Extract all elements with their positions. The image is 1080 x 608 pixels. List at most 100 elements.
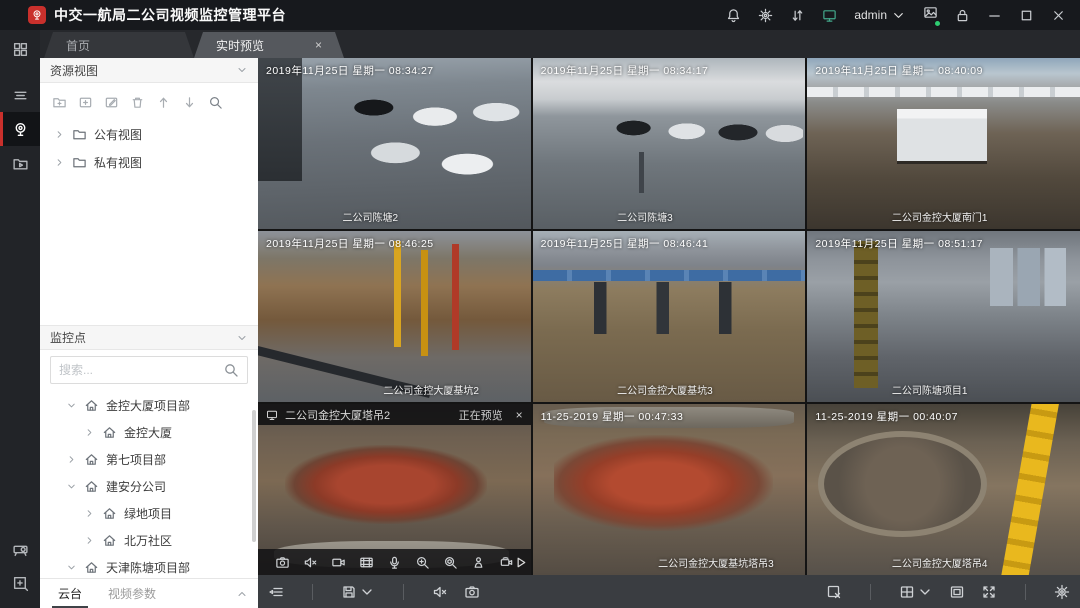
add-folder-icon[interactable] xyxy=(52,95,67,110)
image-icon xyxy=(923,5,938,20)
single-screen-icon[interactable] xyxy=(949,584,965,600)
snapshot-status-button[interactable] xyxy=(923,5,938,25)
video-cell-1[interactable]: 2019年11月25日 星期一 08:34:27 二公司陈塘2 xyxy=(258,58,531,229)
search-icon[interactable] xyxy=(223,362,239,378)
edit-icon[interactable] xyxy=(104,95,119,110)
settings-gear-icon[interactable] xyxy=(758,8,773,23)
video-cell-9[interactable]: 11-25-2019 星期一 00:40:07 二公司金控大厦塔吊4 xyxy=(807,404,1080,575)
zoom-3d-icon[interactable] xyxy=(443,555,458,570)
bottom-toolbar xyxy=(258,575,1080,608)
tab-home[interactable]: 首页 xyxy=(44,32,194,58)
tab-video-params[interactable]: 视频参数 xyxy=(108,579,156,608)
save-view-button[interactable] xyxy=(341,584,375,600)
tree-item[interactable]: 建安分公司 xyxy=(40,473,258,500)
chevron-down-icon xyxy=(917,584,933,600)
tab-ptz[interactable]: 云台 xyxy=(58,579,82,608)
preview-status: 正在预览 xyxy=(459,407,503,423)
playback-icon[interactable] xyxy=(359,555,374,570)
mute-icon[interactable] xyxy=(303,555,318,570)
rail-apps-grid[interactable] xyxy=(0,32,40,66)
osd-timestamp: 2019年11月25日 星期一 08:40:09 xyxy=(815,63,983,78)
delete-icon[interactable] xyxy=(130,95,145,110)
settings-gear-icon[interactable] xyxy=(1054,584,1070,600)
osd-timestamp: 11-25-2019 星期一 00:40:07 xyxy=(815,409,958,424)
tree-item[interactable]: 第七项目部 xyxy=(40,446,258,473)
tv-wall-icon[interactable] xyxy=(822,8,837,23)
rail-live-preview[interactable] xyxy=(0,112,40,146)
video-cell-6[interactable]: 2019年11月25日 星期一 08:51:17 二公司陈塘项目1 xyxy=(807,231,1080,402)
video-cell-3[interactable]: 2019年11月25日 星期一 08:40:09 二公司金控大厦南门1 xyxy=(807,58,1080,229)
move-down-icon[interactable] xyxy=(182,95,197,110)
chevron-right-icon[interactable] xyxy=(84,535,95,546)
cell-toolbar xyxy=(258,549,531,575)
video-cell-7-selected[interactable]: 二公司金控大厦塔吊2 正在预览 × xyxy=(258,404,531,575)
video-cell-8[interactable]: 11-25-2019 星期一 00:47:33 二公司金控大厦基坑塔吊3 xyxy=(533,404,806,575)
tree-item-label: 天津陈塘项目部 xyxy=(106,559,190,576)
tab-live-preview[interactable]: 实时预览 × xyxy=(194,32,344,58)
monitor-points-header[interactable]: 监控点 xyxy=(40,325,258,350)
more-tools-icon[interactable] xyxy=(513,555,528,570)
tree-item[interactable]: 金控大厦 xyxy=(40,419,258,446)
snapshot-icon[interactable] xyxy=(275,555,290,570)
chevron-right-icon[interactable] xyxy=(54,129,65,140)
digital-zoom-icon[interactable] xyxy=(415,555,430,570)
tree-item-label: 金控大厦项目部 xyxy=(106,397,190,414)
mute-all-icon[interactable] xyxy=(432,584,448,600)
close-icon[interactable] xyxy=(1051,8,1066,23)
rail-layout-add[interactable] xyxy=(0,566,40,600)
notification-bell-icon[interactable] xyxy=(726,8,741,23)
close-feed-icon[interactable]: × xyxy=(516,408,523,422)
tree-scrollbar[interactable] xyxy=(252,410,256,542)
search-icon[interactable] xyxy=(208,95,223,110)
rail-video-wall[interactable] xyxy=(0,532,40,566)
app-title: 中交一航局二公司视频监控管理平台 xyxy=(54,5,286,25)
add-view-icon[interactable] xyxy=(78,95,93,110)
chevron-down-icon[interactable] xyxy=(66,481,77,492)
layout-select-button[interactable] xyxy=(899,584,933,600)
stream-sort-icon[interactable] xyxy=(790,8,805,23)
tree-item-public-views[interactable]: 公有视图 xyxy=(40,120,258,148)
lock-screen-icon[interactable] xyxy=(955,8,970,23)
chevron-down-icon[interactable] xyxy=(66,562,77,573)
rail-menu-list[interactable] xyxy=(0,78,40,112)
video-cell-5[interactable]: 2019年11月25日 星期一 08:46:41 二公司金控大厦基坑3 xyxy=(533,231,806,402)
chevron-down-icon[interactable] xyxy=(236,64,248,76)
maximize-icon[interactable] xyxy=(1019,8,1034,23)
close-all-icon[interactable] xyxy=(826,584,842,600)
tree-item[interactable]: 绿地项目 xyxy=(40,500,258,527)
tree-item[interactable]: 天津陈塘项目部 xyxy=(40,554,258,581)
snapshot-all-icon[interactable] xyxy=(464,584,480,600)
chevron-down-icon[interactable] xyxy=(66,400,77,411)
tree-item-label: 建安分公司 xyxy=(106,478,166,495)
chevron-down-icon[interactable] xyxy=(236,332,248,344)
chevron-right-icon[interactable] xyxy=(84,508,95,519)
move-up-icon[interactable] xyxy=(156,95,171,110)
home-icon xyxy=(102,425,117,440)
tab-close-icon[interactable]: × xyxy=(315,38,322,52)
chevron-right-icon[interactable] xyxy=(54,157,65,168)
ptz-tab-bar: 云台 视频参数 xyxy=(40,578,258,608)
ptz-control-icon[interactable] xyxy=(499,555,514,570)
fullscreen-icon[interactable] xyxy=(981,584,997,600)
chevron-right-icon[interactable] xyxy=(66,454,77,465)
rail-media-folder[interactable] xyxy=(0,146,40,180)
camera-feed-icon xyxy=(266,409,278,421)
stream-mode-icon[interactable] xyxy=(268,584,284,600)
tree-item[interactable]: 北万社区 xyxy=(40,527,258,554)
resource-view-header[interactable]: 资源视图 xyxy=(40,58,258,83)
video-grid: 2019年11月25日 星期一 08:34:27 二公司陈塘2 2019年11月… xyxy=(258,58,1080,575)
user-menu[interactable]: admin xyxy=(854,8,906,23)
app-window: 中交一航局二公司视频监控管理平台 admin xyxy=(0,0,1080,608)
video-cell-4[interactable]: 2019年11月25日 星期一 08:46:25 二公司金控大厦基坑2 xyxy=(258,231,531,402)
record-icon[interactable] xyxy=(331,555,346,570)
mic-talk-icon[interactable] xyxy=(387,555,402,570)
divider xyxy=(870,584,871,600)
minimize-icon[interactable] xyxy=(987,8,1002,23)
chevron-up-icon[interactable] xyxy=(236,588,248,600)
search-input[interactable] xyxy=(59,363,223,377)
chevron-right-icon[interactable] xyxy=(84,427,95,438)
video-cell-2[interactable]: 2019年11月25日 星期一 08:34:17 二公司陈塘3 xyxy=(533,58,806,229)
locate-icon[interactable] xyxy=(471,555,486,570)
tree-item[interactable]: 金控大厦项目部 xyxy=(40,392,258,419)
tree-item-private-views[interactable]: 私有视图 xyxy=(40,148,258,176)
